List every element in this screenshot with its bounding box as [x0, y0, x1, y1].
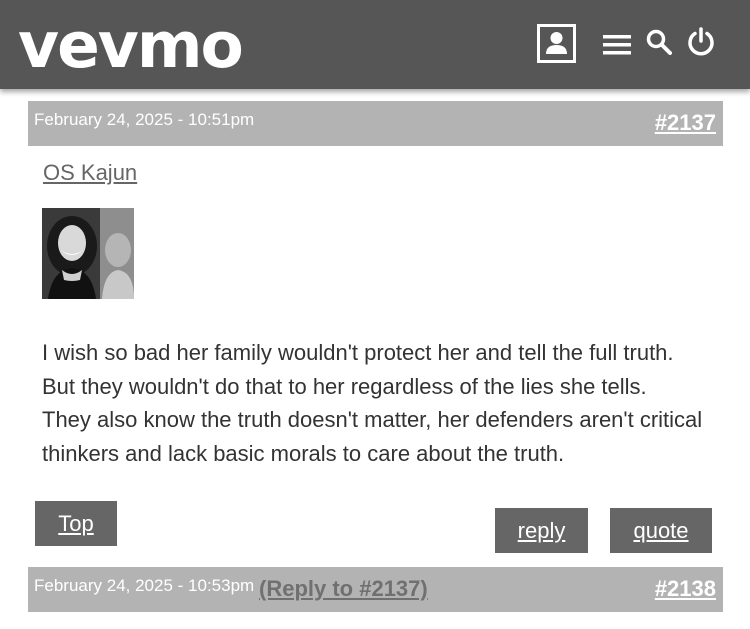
- post-body: I wish so bad her family wouldn't protec…: [42, 336, 732, 470]
- post-text-line: But they wouldn't do that to her regardl…: [42, 373, 647, 399]
- post-text-line: They also know the truth doesn't matter,…: [42, 407, 703, 466]
- profile-icon[interactable]: [537, 24, 576, 63]
- top-navigation-bar: vevmo: [0, 0, 750, 89]
- username-link[interactable]: OS Kajun: [43, 160, 137, 186]
- post-header: February 24, 2025 - 10:53pm (Reply to #2…: [28, 567, 723, 612]
- post-date: February 24, 2025 - 10:53pm: [34, 576, 255, 595]
- power-icon[interactable]: [686, 27, 716, 57]
- reply-to-link[interactable]: (Reply to #2137): [259, 576, 428, 602]
- user-avatar: [42, 208, 134, 299]
- post-header: February 24, 2025 - 10:51pm #2137: [28, 101, 723, 146]
- post-date: February 24, 2025 - 10:51pm: [34, 110, 255, 129]
- reply-button[interactable]: reply: [495, 508, 588, 553]
- search-icon[interactable]: [646, 29, 672, 55]
- post-number-link[interactable]: #2137: [655, 110, 716, 136]
- post-number-link[interactable]: #2138: [655, 576, 716, 602]
- menu-icon[interactable]: [603, 33, 631, 57]
- post-text-line: I wish so bad her family wouldn't protec…: [42, 340, 674, 365]
- top-button[interactable]: Top: [35, 501, 117, 546]
- quote-button[interactable]: quote: [610, 508, 712, 553]
- site-logo[interactable]: vevmo: [18, 6, 244, 86]
